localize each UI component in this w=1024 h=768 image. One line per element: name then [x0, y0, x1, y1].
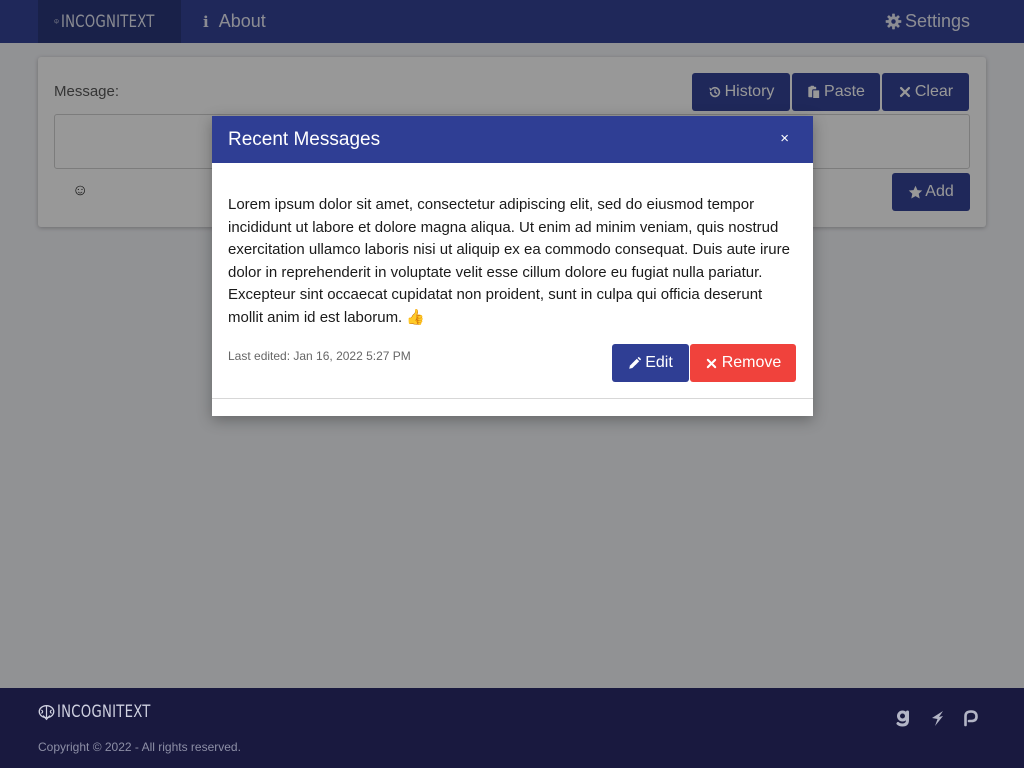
modal-title: Recent Messages — [228, 129, 381, 150]
brain-logo-icon — [38, 704, 55, 720]
modal-divider — [212, 398, 813, 399]
copyright-text: Copyright © 2022 - All rights reserved. — [38, 740, 241, 754]
modal-close-button[interactable]: × — [780, 130, 789, 147]
footer-brand-name: INCOGNITEXT — [57, 702, 151, 722]
edit-button[interactable]: Edit — [612, 344, 689, 382]
gitlab-g-icon[interactable] — [893, 708, 913, 728]
remove-label: Remove — [721, 354, 782, 371]
modal-header: Recent Messages × — [212, 116, 813, 163]
footer-brand[interactable]: INCOGNITEXT — [38, 702, 177, 722]
fiverr-icon[interactable] — [928, 708, 948, 728]
recent-messages-modal: Recent Messages × Lorem ipsum dolor sit … — [212, 116, 813, 416]
pencil-icon — [629, 356, 642, 369]
patreon-icon[interactable] — [961, 708, 981, 728]
page-footer: INCOGNITEXT Copyright © 2022 - All right… — [0, 688, 1024, 768]
edit-label: Edit — [645, 354, 673, 371]
last-edited-timestamp: Last edited: Jan 16, 2022 5:27 PM — [228, 349, 411, 363]
close-icon — [706, 358, 716, 368]
remove-button[interactable]: Remove — [690, 344, 796, 382]
message-text: Lorem ipsum dolor sit amet, consectetur … — [228, 196, 790, 326]
